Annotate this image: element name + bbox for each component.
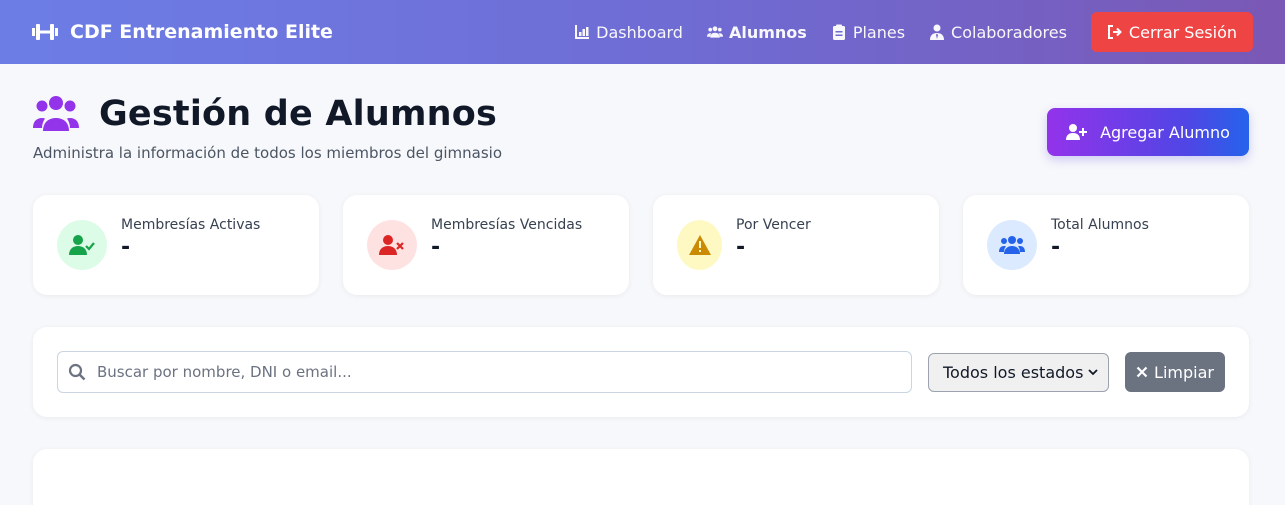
brand[interactable]: CDF Entrenamiento Elite [32, 21, 333, 43]
nav-colaboradores-label: Colaboradores [951, 22, 1067, 42]
clear-filters-label: Limpiar [1154, 362, 1214, 382]
search-wrapper [57, 351, 912, 393]
filter-bar: Todos los estados Limpiar [33, 327, 1249, 417]
stat-card-expiring: Por Vencer - [653, 195, 939, 295]
logout-label: Cerrar Sesión [1128, 22, 1237, 42]
nav-dashboard-label: Dashboard [596, 22, 683, 42]
users-icon [987, 220, 1037, 270]
nav-colaboradores[interactable]: Colaboradores [929, 23, 1067, 42]
add-student-button[interactable]: Agregar Alumno [1047, 108, 1249, 156]
status-filter-value: Todos los estados [943, 362, 1084, 382]
users-icon [33, 95, 79, 133]
stat-label: Membresías Activas [121, 217, 261, 233]
warning-icon [677, 220, 722, 270]
logout-button[interactable]: Cerrar Sesión [1090, 12, 1253, 52]
stats-row: Membresías Activas - Membresías Vencidas… [33, 195, 1249, 295]
nav-alumnos[interactable]: Alumnos [706, 22, 807, 42]
top-navbar: CDF Entrenamiento Elite Dashboard Alumno… [0, 0, 1285, 64]
chart-icon [575, 25, 590, 39]
nav-links: Dashboard Alumnos Planes Colaboradores C… [574, 12, 1253, 52]
main-content: Gestión de Alumnos Administra la informa… [0, 64, 1285, 505]
chevron-down-icon [1088, 369, 1098, 376]
nav-planes-label: Planes [852, 22, 906, 42]
search-icon [68, 363, 86, 381]
stat-value: - [121, 235, 131, 260]
students-table-card [33, 449, 1249, 505]
stat-value: - [1051, 235, 1061, 260]
nav-planes[interactable]: Planes [831, 23, 905, 42]
user-plus-icon [1066, 124, 1088, 140]
user-x-icon [367, 220, 417, 270]
users-icon [706, 26, 723, 38]
close-icon [1136, 366, 1148, 378]
status-filter-select[interactable]: Todos los estados [928, 352, 1109, 392]
stat-card-total: Total Alumnos - [963, 195, 1249, 295]
stat-value: - [736, 235, 746, 260]
clear-filters-button[interactable]: Limpiar [1125, 352, 1225, 392]
stat-card-expired: Membresías Vencidas - [343, 195, 629, 295]
user-tie-icon [930, 24, 945, 40]
user-check-icon [57, 220, 107, 270]
add-student-label: Agregar Alumno [1100, 122, 1230, 142]
dumbbell-icon [32, 22, 58, 42]
page-subtitle: Administra la información de todos los m… [33, 144, 502, 162]
stat-label: Membresías Vencidas [431, 217, 583, 233]
stat-label: Total Alumnos [1051, 217, 1149, 233]
brand-name: CDF Entrenamiento Elite [70, 21, 333, 43]
stat-card-active: Membresías Activas - [33, 195, 319, 295]
sign-out-icon [1107, 25, 1122, 39]
stat-value: - [431, 235, 441, 260]
nav-dashboard[interactable]: Dashboard [574, 23, 683, 42]
stat-label: Por Vencer [736, 217, 811, 233]
clipboard-icon [832, 24, 845, 40]
page-title: Gestión de Alumnos [99, 94, 498, 134]
page-header: Gestión de Alumnos Administra la informa… [33, 64, 1249, 162]
nav-alumnos-label: Alumnos [728, 22, 807, 42]
search-input[interactable] [57, 351, 912, 393]
